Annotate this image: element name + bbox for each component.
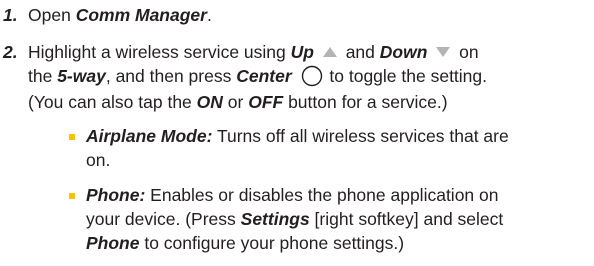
bullet-text: [right softkey] and select [309,208,504,229]
bullet-line: your device. (Press Settings [right soft… [86,207,594,231]
step-line: Highlight a wireless service using Up an… [28,40,594,64]
step-2: 2. Highlight a wireless service using Up… [0,40,594,255]
bullet-text: Turns off all wireless services that are [212,125,509,146]
down-triangle-icon [436,46,451,57]
step-number: 1. [3,5,18,25]
step-text: , and then press [105,66,237,86]
bullet-text: on. [86,149,111,170]
bullet-marker [69,133,75,140]
instruction-document: 1. Open Comm Manager. 2. Highlight a wir… [0,0,594,266]
bullet-text: your device. (Press [86,208,241,229]
step-text: (You can also tap the [28,91,197,112]
step-text: button for a service.) [283,91,448,112]
step-text: Open [28,5,76,25]
step-text: . [206,5,212,25]
step-text: Highlight a wireless service using [28,42,291,62]
step-text: on [454,42,479,62]
step-number: 2. [3,42,18,62]
bullet-line: Phone to configure your phone settings.) [86,231,594,255]
bullet-line: on. [86,148,594,172]
bullet-marker [69,192,75,199]
on-button-term: ON [196,91,223,112]
center-key-term: Center [236,66,292,86]
phone-app-term: Phone [86,232,140,253]
bullet-text: to configure your phone settings.) [139,232,405,253]
off-button-term: OFF [248,91,284,112]
step-line: (You can also tap the ON or OFF button f… [28,90,594,114]
bullet-airplane-mode: Airplane Mode: Turns off all wireless se… [69,124,594,172]
up-key-term: Up [290,42,314,62]
phone-term: Phone: [86,184,146,205]
bullet-line: Airplane Mode: Turns off all wireless se… [86,124,594,148]
up-triangle-icon [322,46,337,57]
five-way-term: 5-way [57,66,106,86]
bullet-phone: Phone: Enables or disables the phone app… [69,183,594,255]
step-text: and [340,42,380,62]
step-text: or [222,91,249,112]
step-text: the [28,66,58,86]
settings-term: Settings [240,208,310,229]
center-circle-icon [301,65,322,87]
bullet-line: Phone: Enables or disables the phone app… [86,183,594,207]
step-1: 1. Open Comm Manager. [0,3,594,27]
comm-manager-term: Comm Manager [75,5,207,25]
bullet-text: Enables or disables the phone applicatio… [145,184,499,205]
step-line: the 5-way, and then press Center to togg… [28,64,594,90]
bullet-list: Airplane Mode: Turns off all wireless se… [28,124,594,255]
down-key-term: Down [379,42,428,62]
airplane-mode-term: Airplane Mode: [86,125,213,146]
step-text: to toggle the setting. [324,66,488,86]
